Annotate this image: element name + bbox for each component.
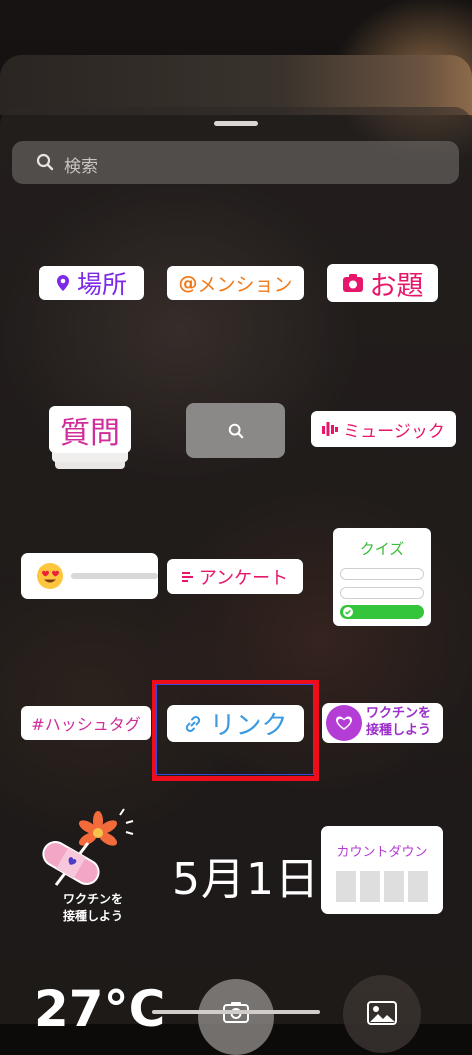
gif-search-sticker[interactable] — [186, 403, 285, 458]
vaccine-art-label-line2: 接種しよう — [62, 909, 123, 923]
quiz-option-2 — [340, 587, 424, 599]
location-label: 場所 — [76, 270, 127, 299]
search-input[interactable]: 検索 — [64, 152, 98, 177]
poll-list-icon — [181, 571, 193, 582]
temperature-sticker[interactable]: 27°C — [34, 980, 165, 1038]
vaccine-label-line1: ワクチンを — [366, 706, 432, 721]
countdown-digit-1 — [336, 871, 356, 902]
link-selection-outline — [156, 684, 314, 775]
gallery-icon — [367, 1001, 397, 1025]
add-yours-sticker[interactable]: お題 — [327, 264, 438, 302]
countdown-digit-3 — [384, 871, 404, 902]
vaccine-art-sticker[interactable]: ワクチンを 接種しよう — [36, 805, 146, 930]
vaccine-art-label-line1: ワクチンを — [62, 892, 123, 906]
mention-label: メンション — [197, 273, 293, 296]
questions-label: 質問 — [60, 415, 120, 451]
countdown-sticker[interactable]: カウントダウン — [321, 826, 443, 914]
countdown-digit-2 — [360, 871, 380, 902]
search-icon — [228, 423, 243, 438]
quiz-sticker[interactable]: クイズ — [333, 528, 431, 626]
heart-hands-icon — [326, 705, 362, 741]
countdown-digit-4 — [408, 871, 428, 902]
mention-at-icon: @ — [178, 272, 198, 294]
camera-sticker[interactable] — [198, 979, 274, 1055]
location-pin-icon — [56, 275, 69, 291]
music-sticker[interactable]: ミュージック — [311, 411, 456, 447]
flower-bandage-icon — [42, 808, 134, 886]
check-icon — [343, 607, 353, 617]
quiz-option-correct — [340, 605, 424, 619]
location-sticker[interactable]: 場所 — [39, 266, 144, 300]
questions-sticker[interactable]: 質問 — [49, 406, 131, 453]
poll-sticker[interactable]: アンケート — [167, 559, 303, 594]
search-bar[interactable]: 検索 — [12, 141, 459, 184]
quiz-option-1 — [340, 568, 424, 580]
vaccine-sticker[interactable]: ワクチンを 接種しよう — [322, 703, 443, 743]
photo-sticker[interactable] — [343, 975, 421, 1053]
emoji-slider-sticker[interactable] — [21, 553, 158, 599]
search-icon — [36, 153, 54, 175]
hashtag-label: #ハッシュタグ — [31, 715, 141, 734]
camera-preview-strip — [0, 55, 472, 115]
camera-icon — [342, 274, 363, 292]
date-sticker[interactable]: 5月1日 — [172, 843, 320, 907]
mention-sticker[interactable]: @ メンション — [167, 266, 304, 300]
music-label: ミュージック — [343, 421, 445, 442]
home-indicator — [152, 1010, 320, 1014]
countdown-label: カウントダウン — [336, 845, 428, 860]
sheet-grabber[interactable] — [214, 121, 258, 126]
heart-eyes-emoji-icon — [37, 563, 63, 589]
music-bars-icon — [322, 422, 339, 436]
quiz-title: クイズ — [359, 540, 405, 558]
vaccine-label-line2: 接種しよう — [366, 723, 432, 738]
poll-label: アンケート — [198, 567, 289, 589]
hashtag-sticker[interactable]: #ハッシュタグ — [21, 706, 151, 740]
emoji-slider-track[interactable] — [71, 573, 158, 579]
add-yours-label: お題 — [369, 270, 424, 302]
